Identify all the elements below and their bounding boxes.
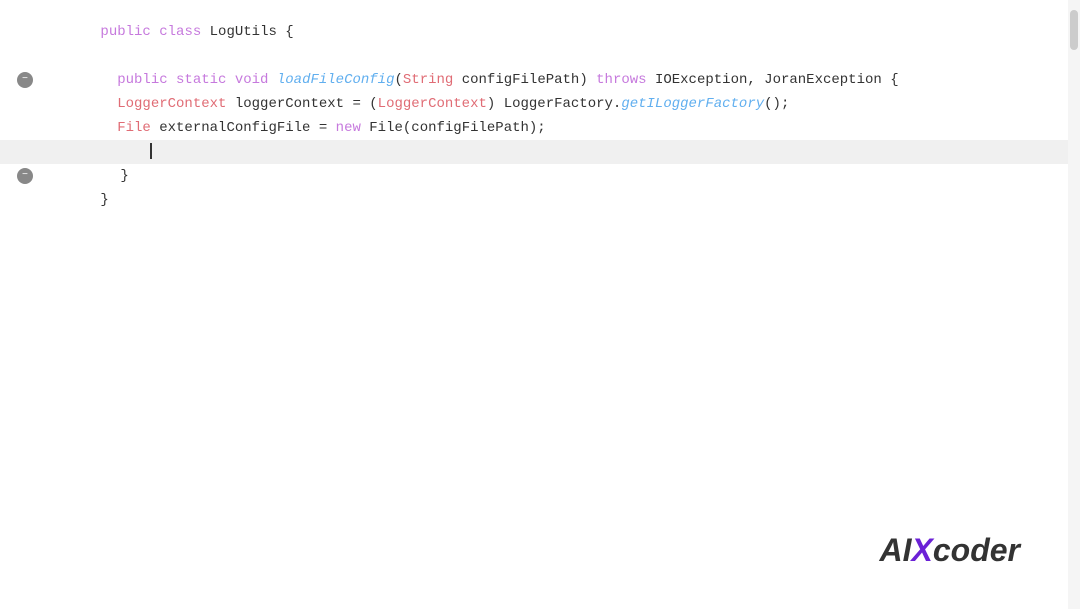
collapse-icon-7[interactable]: − [17,168,33,184]
gutter-7[interactable]: − [10,168,40,184]
code-line-8: } [0,188,1080,212]
code-editor: public class LogUtils { − public static … [0,0,1080,609]
logo-x-text: X [912,532,933,569]
logo-coder-text: coder [933,532,1020,569]
logo-ai-text: AI [880,532,912,569]
aixcoder-logo: AIXcoder [880,532,1020,569]
gutter-3[interactable]: − [10,72,40,88]
scrollbar[interactable] [1068,0,1080,609]
code-content-8: } [40,164,1080,236]
brace-close-class: } [100,192,108,208]
scrollbar-thumb[interactable] [1070,10,1078,50]
collapse-icon-3[interactable]: − [17,72,33,88]
